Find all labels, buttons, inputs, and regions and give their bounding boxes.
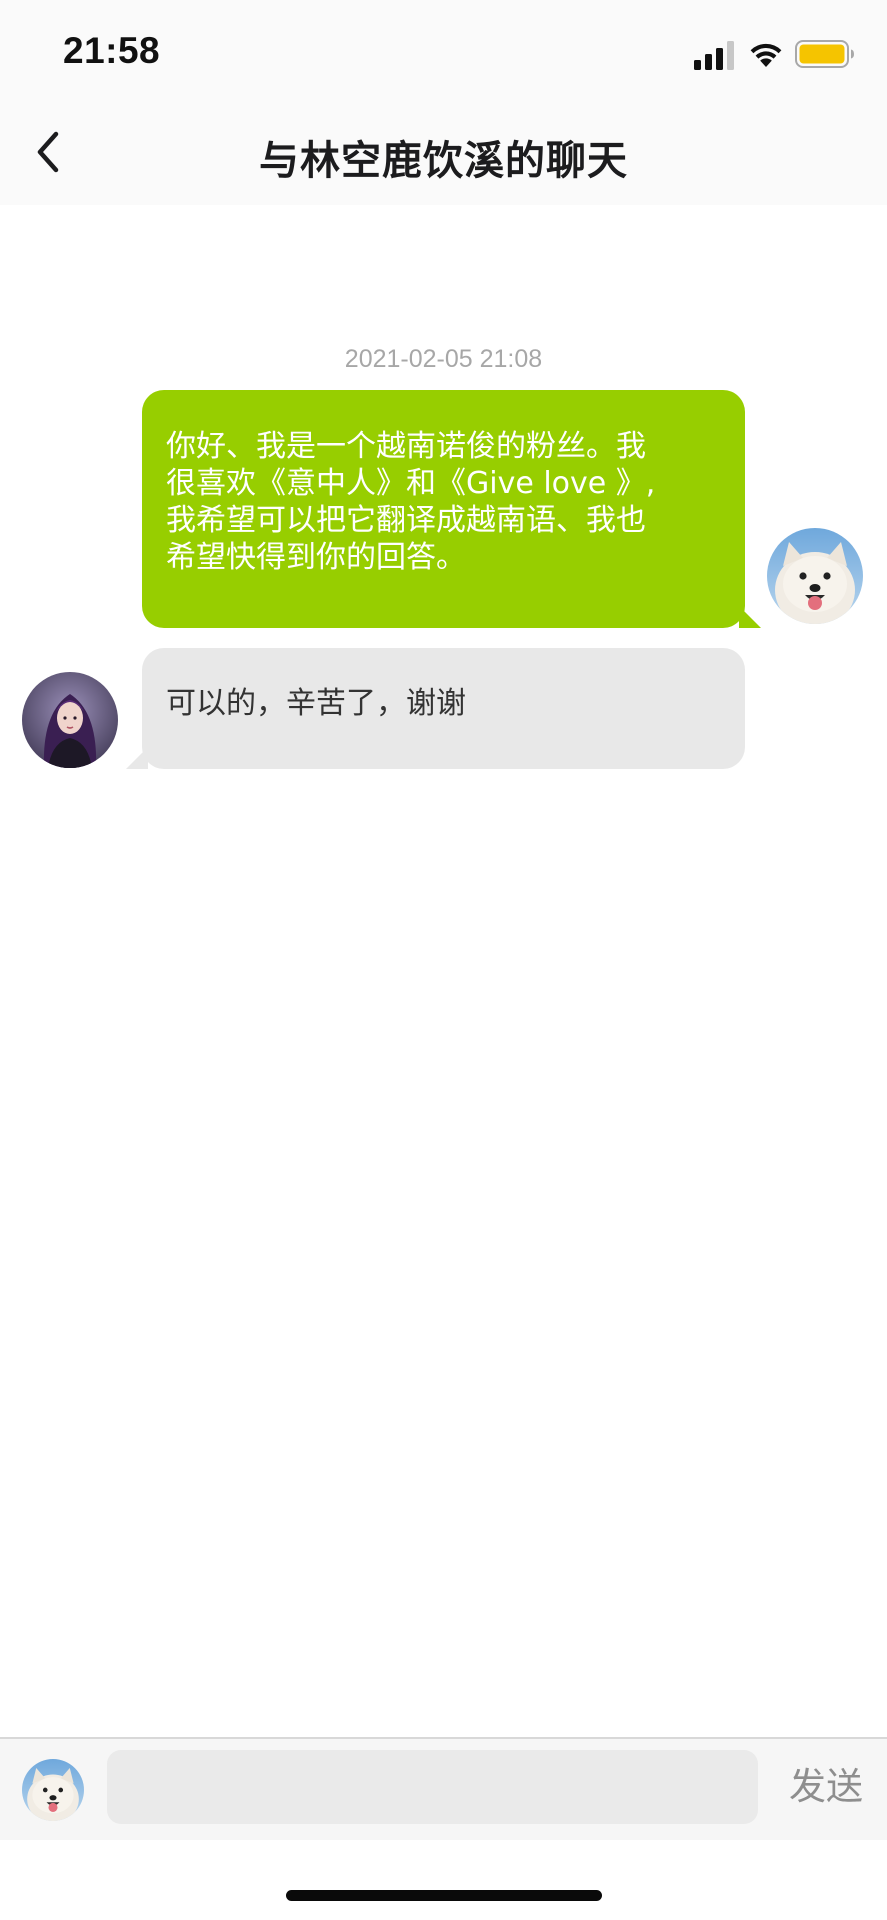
self-avatar[interactable] [767,528,863,624]
message-text: 可以的，辛苦了，谢谢 [166,686,466,721]
status-bar: 21:58 [0,0,887,100]
samoyed-dog-avatar-icon [767,528,863,624]
contact-avatar[interactable] [22,672,118,768]
status-time: 21:58 [63,30,161,71]
message-text-line: 你好、我是一个越南诺俊的粉丝。我 [166,429,646,464]
chat-area[interactable]: 2021-02-05 21:08 你好、我是一个越南诺俊的粉丝。我 很喜欢《意中… [0,205,887,1738]
nav-bar: 与林空鹿饮溪的聊天 [0,100,887,205]
message-text-line: 很喜欢《意中人》和《Give love 》, [166,466,656,501]
message-text-line: 我希望可以把它翻译成越南语、我也 [166,503,646,538]
samoyed-dog-avatar-icon [22,1759,84,1821]
input-bar: 发送 [0,1737,887,1842]
message-input[interactable] [107,1750,758,1824]
battery-icon [795,40,854,68]
message-timestamp: 2021-02-05 21:08 [344,345,543,373]
sent-message-bubble[interactable]: 你好、我是一个越南诺俊的粉丝。我 很喜欢《意中人》和《Give love 》, … [142,390,761,628]
purple-hair-girl-avatar-icon [22,672,118,768]
cellular-signal-icon [694,41,734,70]
send-button[interactable]: 发送 [776,1759,876,1815]
page-title: 与林空鹿饮溪的聊天 [259,138,628,184]
input-avatar[interactable] [22,1759,84,1821]
wifi-icon [750,43,782,67]
home-indicator[interactable] [286,1890,602,1901]
message-text-line: 希望快得到你的回答。 [166,540,466,575]
received-message-bubble[interactable]: 可以的，辛苦了，谢谢 [126,648,745,769]
home-area [0,1840,887,1920]
